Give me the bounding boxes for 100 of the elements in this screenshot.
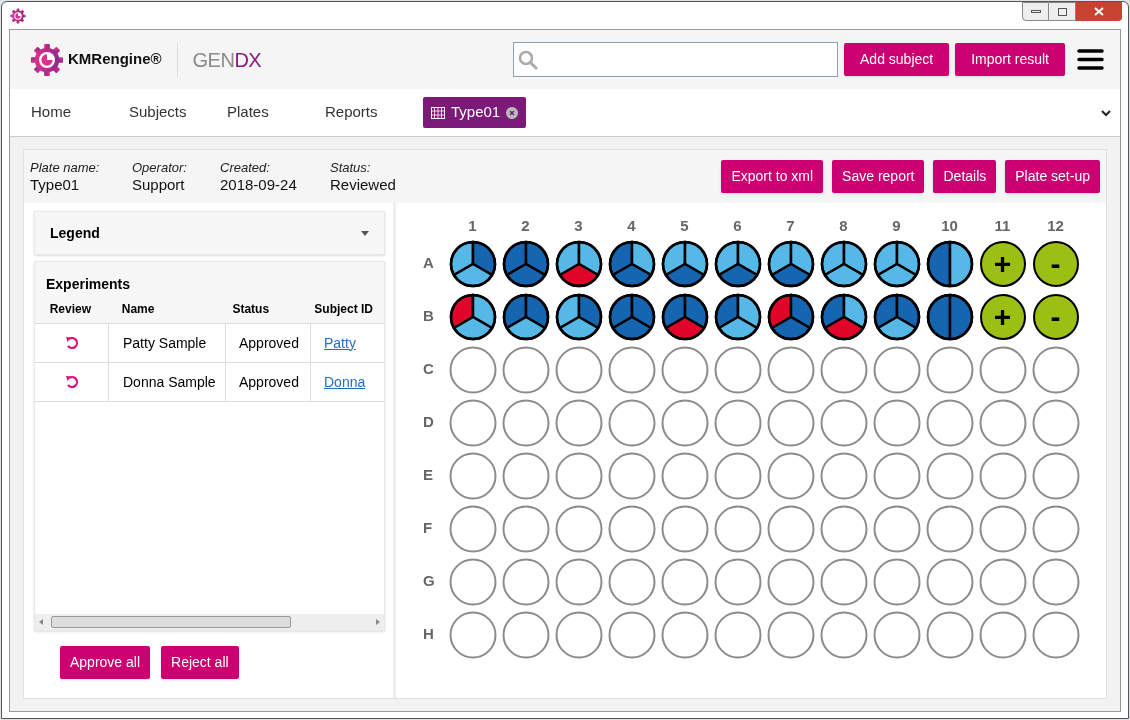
empty-well[interactable]	[607, 398, 656, 447]
header-button[interactable]: Add subject	[844, 43, 950, 76]
plate-well[interactable]	[660, 292, 709, 341]
scroll-left-icon[interactable]	[39, 619, 43, 625]
legend-panel[interactable]: Legend	[34, 211, 385, 255]
nav-link[interactable]: Subjects	[129, 101, 227, 124]
empty-well[interactable]	[872, 557, 921, 606]
review-button[interactable]: Reject all	[161, 646, 239, 679]
empty-well[interactable]	[766, 398, 815, 447]
plate-well[interactable]	[713, 292, 762, 341]
menu-icon[interactable]	[1077, 48, 1104, 71]
empty-well[interactable]	[660, 451, 709, 500]
empty-well[interactable]	[1031, 557, 1080, 606]
empty-well[interactable]	[501, 557, 550, 606]
close-button[interactable]	[1076, 2, 1122, 21]
empty-well[interactable]	[872, 398, 921, 447]
empty-well[interactable]	[1031, 504, 1080, 553]
action-button[interactable]: Save report	[832, 160, 925, 193]
header-button[interactable]: Import result	[955, 43, 1065, 76]
empty-well[interactable]	[713, 504, 762, 553]
empty-well[interactable]	[978, 504, 1027, 553]
empty-well[interactable]	[448, 451, 497, 500]
plate-well[interactable]	[607, 239, 656, 288]
empty-well[interactable]	[872, 610, 921, 659]
control-well[interactable]: +	[979, 293, 1026, 340]
empty-well[interactable]	[501, 398, 550, 447]
empty-well[interactable]	[448, 504, 497, 553]
plate-well[interactable]	[925, 292, 974, 341]
empty-well[interactable]	[607, 451, 656, 500]
empty-well[interactable]	[1031, 451, 1080, 500]
empty-well[interactable]	[607, 557, 656, 606]
empty-well[interactable]	[501, 610, 550, 659]
plate-well[interactable]	[872, 239, 921, 288]
plate-well[interactable]	[766, 239, 815, 288]
empty-well[interactable]	[660, 610, 709, 659]
empty-well[interactable]	[713, 610, 762, 659]
empty-well[interactable]	[713, 557, 762, 606]
empty-well[interactable]	[978, 557, 1027, 606]
control-well[interactable]: -	[1032, 293, 1079, 340]
empty-well[interactable]	[1031, 345, 1080, 394]
subject-link[interactable]: Patty	[324, 332, 356, 354]
empty-well[interactable]	[819, 504, 868, 553]
action-button[interactable]: Details	[933, 160, 997, 193]
undo-icon[interactable]	[64, 336, 79, 350]
empty-well[interactable]	[448, 610, 497, 659]
control-well[interactable]: +	[979, 240, 1026, 287]
empty-well[interactable]	[978, 610, 1027, 659]
empty-well[interactable]	[554, 610, 603, 659]
empty-well[interactable]	[766, 504, 815, 553]
empty-well[interactable]	[978, 451, 1027, 500]
empty-well[interactable]	[819, 557, 868, 606]
plate-well[interactable]	[501, 239, 550, 288]
nav-link[interactable]: Reports	[325, 101, 423, 124]
empty-well[interactable]	[607, 504, 656, 553]
empty-well[interactable]	[607, 610, 656, 659]
empty-well[interactable]	[501, 504, 550, 553]
action-button[interactable]: Export to xml	[721, 160, 824, 193]
horizontal-scrollbar[interactable]	[35, 614, 384, 630]
search-field[interactable]	[513, 42, 838, 77]
empty-well[interactable]	[554, 504, 603, 553]
scroll-right-icon[interactable]	[376, 619, 380, 625]
control-well[interactable]: -	[1032, 240, 1079, 287]
maximize-button[interactable]	[1049, 2, 1076, 21]
empty-well[interactable]	[819, 451, 868, 500]
empty-well[interactable]	[554, 557, 603, 606]
plate-well[interactable]	[819, 292, 868, 341]
empty-well[interactable]	[554, 398, 603, 447]
empty-well[interactable]	[978, 398, 1027, 447]
empty-well[interactable]	[925, 610, 974, 659]
empty-well[interactable]	[925, 451, 974, 500]
nav-link[interactable]: Plates	[227, 101, 325, 124]
plate-well[interactable]	[554, 239, 603, 288]
empty-well[interactable]	[448, 557, 497, 606]
plate-well[interactable]	[554, 292, 603, 341]
empty-well[interactable]	[501, 451, 550, 500]
empty-well[interactable]	[872, 504, 921, 553]
nav-link[interactable]: Home	[31, 101, 129, 124]
empty-well[interactable]	[872, 451, 921, 500]
empty-well[interactable]	[1031, 610, 1080, 659]
empty-well[interactable]	[925, 557, 974, 606]
empty-well[interactable]	[766, 557, 815, 606]
plate-well[interactable]	[925, 239, 974, 288]
plate-well[interactable]	[872, 292, 921, 341]
undo-icon[interactable]	[64, 375, 79, 389]
empty-well[interactable]	[1031, 398, 1080, 447]
plate-well[interactable]	[713, 239, 762, 288]
empty-well[interactable]	[819, 398, 868, 447]
empty-well[interactable]	[660, 504, 709, 553]
plate-well[interactable]	[660, 239, 709, 288]
plate-well[interactable]	[766, 292, 815, 341]
empty-well[interactable]	[448, 398, 497, 447]
empty-well[interactable]	[766, 451, 815, 500]
minimize-button[interactable]	[1022, 2, 1049, 21]
plate-well[interactable]	[448, 239, 497, 288]
plate-well[interactable]	[607, 292, 656, 341]
empty-well[interactable]	[554, 451, 603, 500]
plate-well[interactable]	[448, 292, 497, 341]
empty-well[interactable]	[925, 398, 974, 447]
empty-well[interactable]	[713, 398, 762, 447]
review-button[interactable]: Approve all	[60, 646, 151, 679]
